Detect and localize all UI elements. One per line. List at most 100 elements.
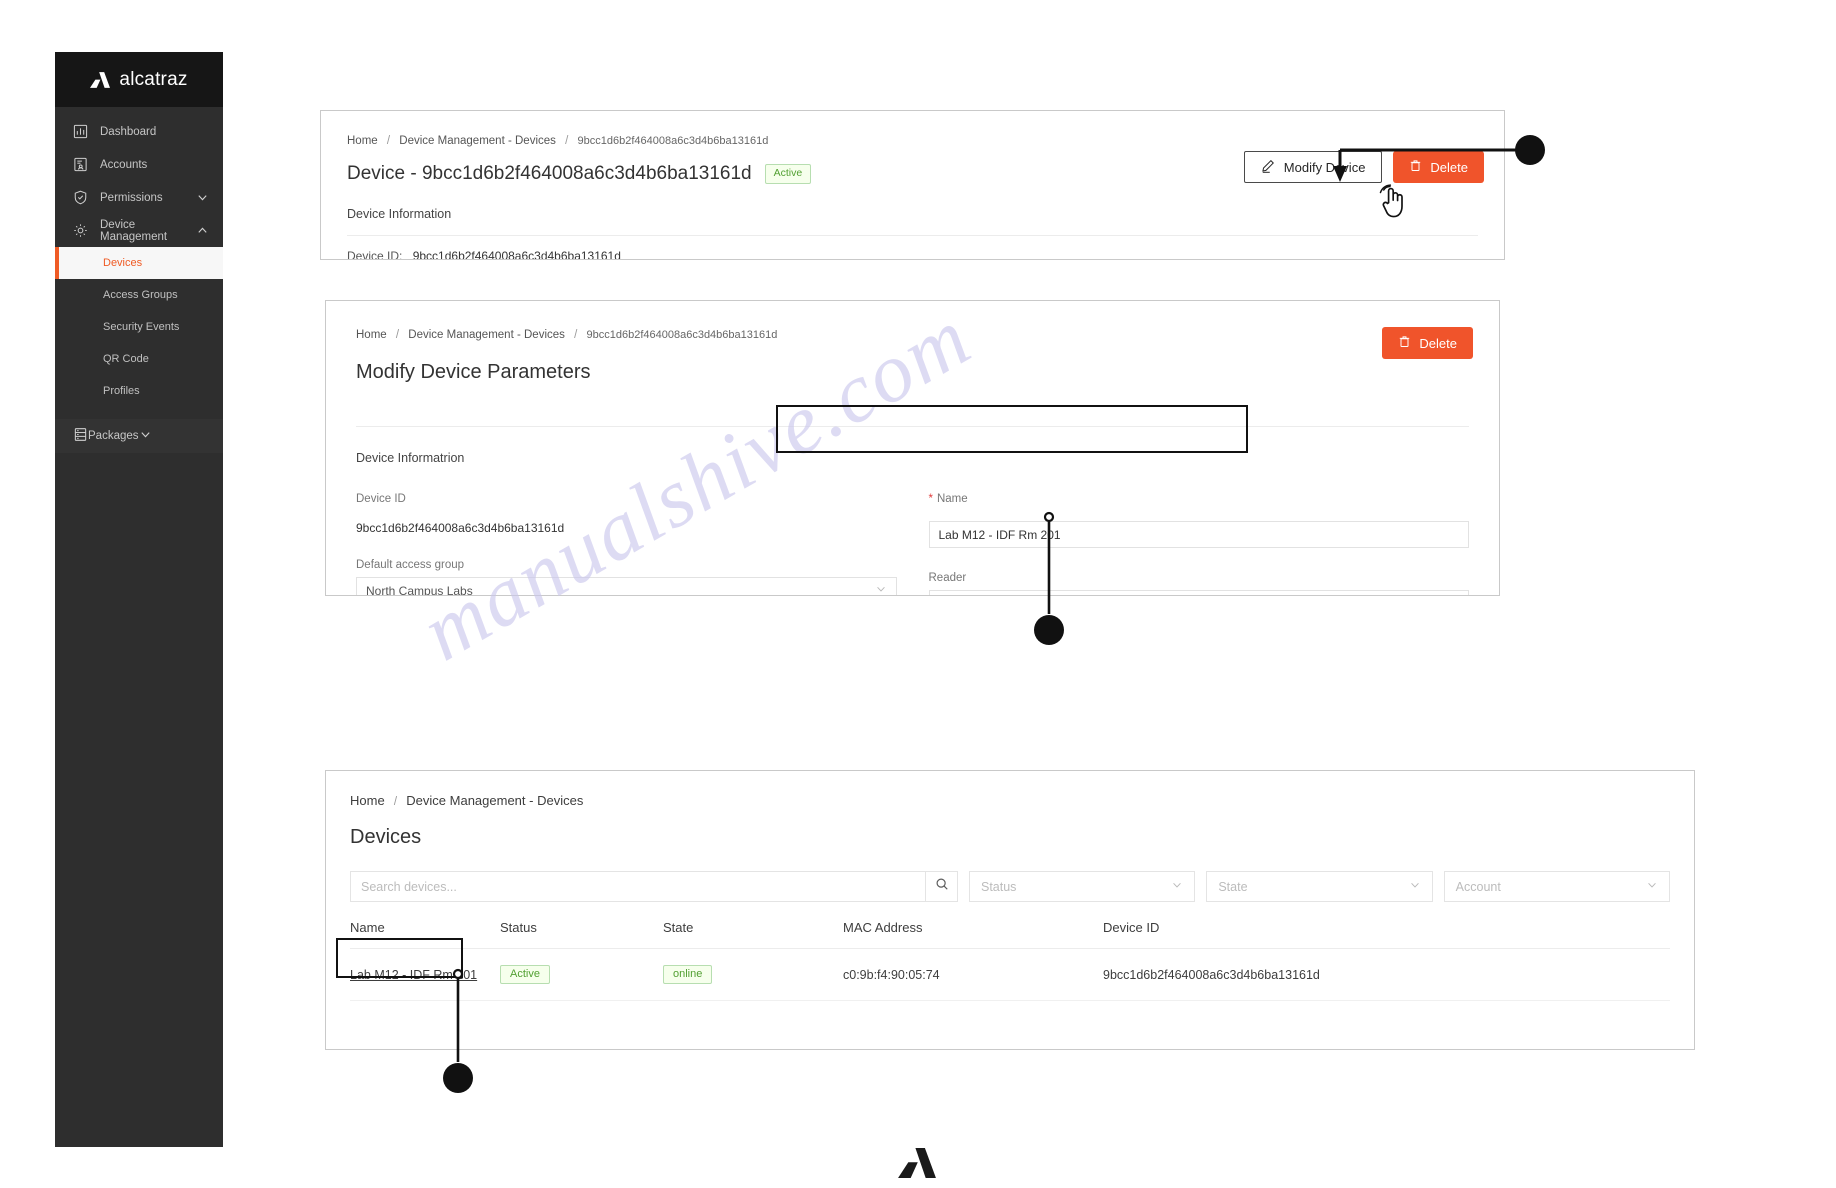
- chevron-up-icon[interactable]: [196, 224, 209, 237]
- sidebar-item-label: Dashboard: [100, 125, 157, 138]
- bar-chart-icon: [73, 124, 90, 139]
- status-badge: Active: [764, 164, 812, 184]
- chevron-down-icon[interactable]: [196, 191, 209, 204]
- device-form-grid: Device ID 9bcc1d6b2f464008a6c3d4b6ba1316…: [356, 493, 1470, 596]
- column-header-device-id: Device ID: [1103, 920, 1670, 949]
- chevron-down-icon: [1171, 879, 1183, 894]
- breadcrumb-home[interactable]: Home: [350, 793, 385, 808]
- devices-table: Name Status State MAC Address Device ID …: [350, 920, 1670, 1001]
- default-access-group-value: North Campus Labs: [366, 583, 473, 596]
- sidebar-item-permissions[interactable]: Permissions: [55, 181, 223, 214]
- sidebar-item-qr-code[interactable]: QR Code: [55, 343, 223, 375]
- device-name-link[interactable]: Lab M12 - IDF Rm 201: [350, 968, 477, 982]
- account-filter-select[interactable]: Account: [1443, 871, 1670, 902]
- column-header-status: Status: [500, 920, 663, 949]
- page-title: Modify Device Parameters: [356, 361, 591, 383]
- breadcrumb: Home / Device Management - Devices / 9bc…: [356, 329, 1469, 341]
- table-row[interactable]: Lab M12 - IDF Rm 201 Active online c0:9b…: [350, 948, 1670, 1001]
- breadcrumb-current: 9bcc1d6b2f464008a6c3d4b6ba13161d: [577, 135, 769, 147]
- delete-button[interactable]: Delete: [1393, 151, 1484, 183]
- sidebar-subitem-label: Security Events: [103, 321, 180, 333]
- sidebar-nav: Dashboard Accounts Permissions Device Ma…: [55, 107, 223, 453]
- cell-mac-address: c0:9b:f4:90:05:74: [843, 948, 1103, 1001]
- default-access-group-select[interactable]: North Campus Labs: [356, 577, 897, 596]
- breadcrumb-separator: /: [386, 135, 391, 147]
- name-label: Name: [936, 493, 968, 505]
- sidebar-item-device-management[interactable]: Device Management: [55, 214, 223, 247]
- sidebar-item-label: Device Management: [100, 218, 168, 243]
- callout-bullet-1: [1515, 135, 1545, 165]
- sidebar-item-access-groups[interactable]: Access Groups: [55, 279, 223, 311]
- modify-device-panel: Home / Device Management - Devices / 9bc…: [325, 300, 1500, 596]
- breadcrumb-separator: /: [565, 135, 569, 147]
- footer-logo: [898, 1148, 936, 1183]
- chevron-down-icon[interactable]: [139, 428, 152, 444]
- panel2-actions: Delete: [1382, 327, 1473, 359]
- device-information-label: Device Information: [347, 207, 452, 221]
- sidebar-subitem-label: QR Code: [103, 353, 149, 365]
- callout-bullet-2: [1034, 615, 1064, 645]
- page-root: alcatraz Dashboard Accounts Permissions …: [0, 0, 1836, 1188]
- breadcrumb-section[interactable]: Device Management - Devices: [399, 135, 556, 147]
- breadcrumb: Home / Device Management - Devices / 9bc…: [347, 135, 1478, 147]
- device-id-value: 9bcc1d6b2f464008a6c3d4b6ba13161d: [356, 521, 565, 535]
- name-label-row: * Name: [929, 493, 1470, 505]
- state-badge: online: [663, 965, 713, 984]
- state-filter-select[interactable]: State: [1206, 871, 1433, 902]
- column-header-mac-address: MAC Address: [843, 920, 1103, 949]
- divider: [347, 235, 1478, 236]
- search-input[interactable]: [351, 872, 925, 901]
- sidebar-logo: alcatraz: [55, 52, 223, 107]
- sidebar-item-profiles[interactable]: Profiles: [55, 375, 223, 407]
- sidebar-subitem-label: Devices: [103, 257, 143, 269]
- sidebar-packages-label: Packages: [88, 430, 139, 442]
- name-input-value: Lab M12 - IDF Rm 201: [938, 527, 1061, 542]
- device-id-value: 9bcc1d6b2f464008a6c3d4b6ba13161d: [412, 249, 621, 260]
- search-icon: [935, 877, 949, 896]
- delete-label: Delete: [1430, 159, 1468, 175]
- search-devices-field[interactable]: [350, 871, 958, 902]
- shield-check-icon: [73, 190, 90, 205]
- page-title: Devices: [350, 826, 422, 848]
- reader-label: Reader: [928, 572, 967, 584]
- sidebar-item-dashboard[interactable]: Dashboard: [55, 115, 223, 148]
- state-filter-label: State: [1218, 879, 1248, 894]
- breadcrumb-section: Device Management - Devices: [406, 793, 584, 808]
- sidebar-item-devices[interactable]: Devices: [55, 247, 223, 279]
- sidebar-subitem-label: Access Groups: [103, 289, 178, 301]
- sidebar-item-label: Accounts: [100, 158, 148, 171]
- default-access-group-label: Default access group: [356, 559, 465, 571]
- modify-device-button[interactable]: Modify Device: [1243, 151, 1383, 183]
- cell-state: online: [663, 948, 843, 1001]
- breadcrumb-home[interactable]: Home: [347, 135, 378, 147]
- form-column-right: *Name Lab M12 - IDF Rm 201 Reader Reader: [928, 493, 1470, 595]
- modify-device-label: Modify Device: [1283, 159, 1366, 175]
- pencil-icon: [1261, 159, 1275, 176]
- sidebar-item-accounts[interactable]: Accounts: [55, 148, 223, 181]
- device-id-label: Device ID:: [347, 249, 403, 260]
- device-detail-panel: Home / Device Management - Devices / 9bc…: [320, 110, 1505, 260]
- brand-name: alcatraz: [119, 68, 188, 90]
- trash-icon: [1398, 335, 1411, 351]
- chevron-down-icon: [875, 583, 887, 595]
- trash-icon: [1409, 159, 1422, 175]
- breadcrumb-separator: /: [395, 329, 400, 341]
- device-id-label: Device ID: [356, 493, 406, 505]
- column-header-name: Name: [350, 920, 500, 949]
- alcatraz-a-mark-icon: [90, 71, 111, 88]
- search-button[interactable]: [925, 872, 957, 901]
- breadcrumb-home[interactable]: Home: [356, 329, 387, 341]
- sidebar-item-packages[interactable]: Packages: [55, 419, 223, 453]
- status-filter-label: Status: [981, 879, 1017, 894]
- sidebar-item-security-events[interactable]: Security Events: [55, 311, 223, 343]
- name-input[interactable]: Lab M12 - IDF Rm 201: [928, 521, 1469, 548]
- breadcrumb-section[interactable]: Device Management - Devices: [408, 329, 565, 341]
- page-title: Device - 9bcc1d6b2f464008a6c3d4b6ba13161…: [347, 163, 752, 184]
- form-column-left: Device ID 9bcc1d6b2f464008a6c3d4b6ba1316…: [356, 493, 897, 596]
- filters-row: Status State Account: [350, 871, 1670, 902]
- delete-button[interactable]: Delete: [1382, 327, 1473, 359]
- account-filter-label: Account: [1455, 879, 1501, 894]
- status-filter-select[interactable]: Status: [969, 871, 1196, 902]
- reader-select[interactable]: Reader: [928, 590, 1469, 595]
- callout-bullet-3: [443, 1063, 473, 1093]
